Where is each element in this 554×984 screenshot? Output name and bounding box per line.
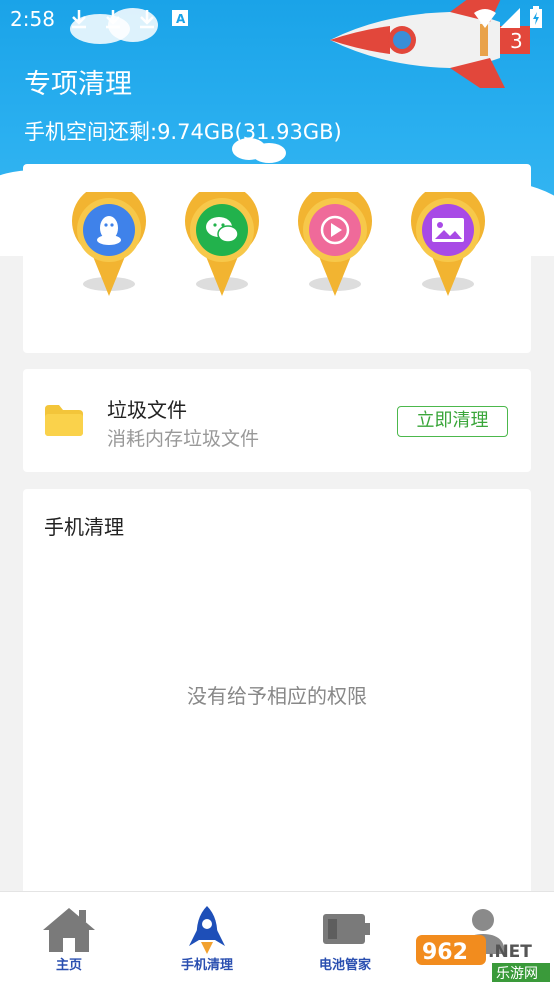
download-icon — [140, 10, 154, 29]
video-pin[interactable] — [296, 184, 374, 296]
junk-files-subtitle: 消耗内存垃圾文件 — [107, 428, 260, 450]
play-icon — [320, 215, 350, 245]
nav-home-label: 主页 — [55, 958, 82, 973]
folder-icon — [45, 405, 83, 436]
junk-files-title: 垃圾文件 — [107, 398, 187, 422]
cloud-decoration — [252, 143, 286, 163]
qq-pin[interactable] — [70, 184, 148, 296]
home-icon — [43, 908, 95, 952]
nav-phone-clean-label: 手机清理 — [180, 958, 233, 973]
signal-icon — [500, 8, 520, 28]
download-icon — [72, 10, 86, 29]
phone-clean-title: 手机清理 — [44, 515, 124, 539]
svg-text:.NET: .NET — [488, 942, 532, 962]
phone-clean-card: 手机清理 没有给予相应的权限 — [23, 489, 531, 891]
nav-battery[interactable]: 电池管家 — [276, 892, 414, 984]
app-clean-card — [23, 164, 531, 353]
nav-home[interactable]: 主页 — [0, 892, 138, 984]
wechat-pin[interactable] — [183, 184, 261, 296]
picture-icon — [432, 218, 464, 242]
page-title: 专项清理 — [24, 69, 132, 100]
keyboard-a-icon: A — [172, 10, 188, 26]
svg-text:A: A — [176, 12, 186, 26]
download-icon — [106, 10, 120, 29]
svg-text:乐游网: 乐游网 — [496, 966, 538, 982]
gallery-pin[interactable] — [409, 184, 487, 296]
penguin-icon — [97, 216, 121, 245]
nav-phone-clean[interactable]: 手机清理 — [138, 892, 276, 984]
nav-battery-label: 电池管家 — [318, 958, 371, 973]
svg-text:962: 962 — [422, 940, 468, 965]
status-time: 2:58 — [10, 7, 55, 31]
rocket-icon — [189, 906, 225, 954]
status-bar: 2:58 A — [0, 0, 554, 38]
chat-bubbles-icon — [206, 217, 239, 243]
wifi-icon — [474, 9, 496, 28]
clean-now-button[interactable]: 立即清理 — [397, 406, 508, 437]
permission-message: 没有给予相应的权限 — [187, 684, 367, 708]
battery-charging-icon — [530, 6, 542, 28]
junk-files-card: 垃圾文件 消耗内存垃圾文件 立即清理 — [23, 369, 531, 472]
storage-remaining: 手机空间还剩:9.74GB(31.93GB) — [24, 120, 342, 144]
battery-icon — [323, 914, 370, 944]
watermark-logo: 962 .NET 乐游网 — [416, 935, 550, 982]
